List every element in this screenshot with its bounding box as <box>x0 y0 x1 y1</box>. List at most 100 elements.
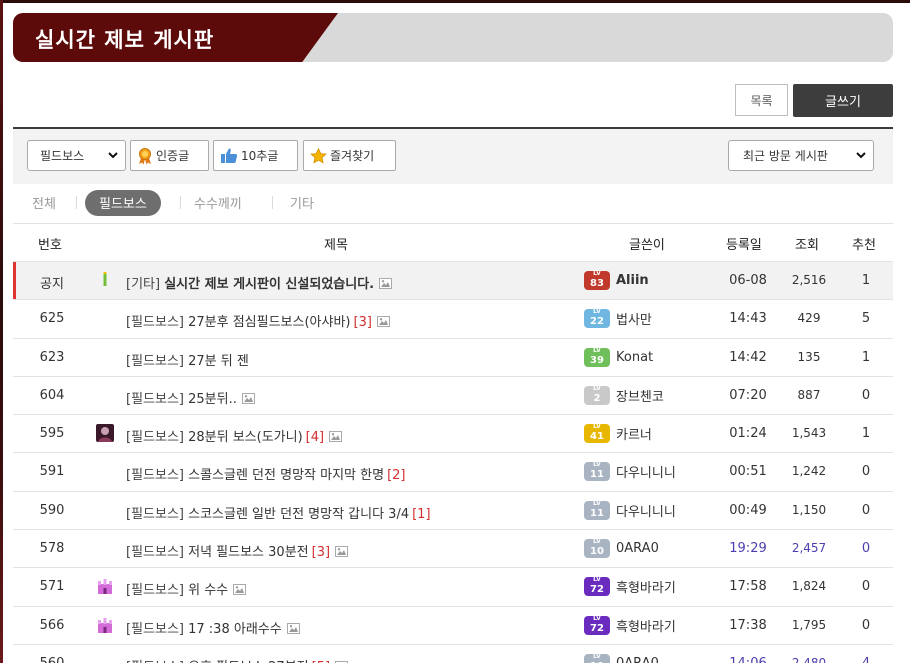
level-badge: 11 <box>584 500 610 520</box>
post-author[interactable]: 11 다우니니니 <box>584 461 676 482</box>
user-avatar-icon <box>96 424 114 443</box>
post-title-link[interactable]: [기타] 실시간 제보 게시판이 신설되었습니다. <box>126 273 393 292</box>
author-name: 장브첸코 <box>616 389 664 405</box>
post-date: 07:20 <box>729 387 767 403</box>
post-number: 604 <box>39 387 65 403</box>
post-title-link[interactable]: [필드보스] 저녁 필드보스 30분전 [3] <box>126 541 349 560</box>
level-badge: 83 <box>584 270 610 290</box>
recent-boards-select[interactable]: 최근 방문 게시판 <box>728 140 874 171</box>
post-category-prefix: [필드보스] <box>126 506 184 522</box>
comment-count[interactable]: [2] <box>387 468 405 483</box>
post-recommend: 1 <box>861 426 871 442</box>
table-row[interactable]: 604 [필드보스] 25분뒤.. 2 장브첸코 07:20 887 0 <box>13 375 893 414</box>
table-row[interactable]: 595 [필드보스] 28분뒤 보스(도가니)[4] 41 카르너 01:24 1,543… <box>13 414 893 452</box>
author-name: 흑형바라기 <box>616 581 676 597</box>
table-row[interactable]: 625 [필드보스] 27분후 점심필드보스(아샤바)[3] 22 법사만 14:43 4… <box>13 299 893 337</box>
post-author[interactable]: 72 흑형바라기 <box>584 576 676 597</box>
post-author[interactable]: 22 법사만 <box>584 308 652 329</box>
window-top-border <box>0 0 910 3</box>
chevron-down-icon <box>108 152 118 159</box>
tab-field-boss[interactable]: 필드보스 <box>85 190 161 216</box>
post-number: 578 <box>39 541 65 557</box>
post-title: 27분후 점심필드보스(아샤바) <box>188 315 351 331</box>
image-attachment-icon <box>233 584 247 596</box>
table-row[interactable]: 566 [필드보스] 17 :38 아래수수 72 흑형바라기 17:38 1,795 0 <box>13 605 893 644</box>
tab-separator <box>76 196 77 209</box>
post-title-link[interactable]: [필드보스] 스코스글렌 일반 던전 명망작 갑니다 3/4 [1] <box>126 503 431 522</box>
board-header-banner: 실시간 제보 게시판 <box>13 13 893 62</box>
post-author[interactable]: 10 0ARA0 <box>584 538 659 559</box>
post-title-link[interactable]: [필드보스] 오후 필드보스 27분전[5] <box>126 656 349 663</box>
level-badge: 2 <box>584 385 610 405</box>
post-recommend: 4 <box>839 656 893 663</box>
post-date: 14:42 <box>729 349 767 365</box>
post-date: 06-08 <box>729 273 767 288</box>
level-badge: 72 <box>584 576 610 597</box>
image-attachment-icon <box>241 392 255 404</box>
favorites-button[interactable]: 즐겨찾기 <box>303 140 396 171</box>
post-number: 590 <box>39 502 65 518</box>
post-title: 17 :38 아래수수 <box>188 621 282 637</box>
post-recommend: 1 <box>861 273 871 288</box>
table-header: 번호 제목 글쓴이 등록일 조회 추천 <box>13 224 893 261</box>
post-number: 625 <box>39 311 65 327</box>
post-author[interactable]: 83 Aliin <box>584 270 649 290</box>
level-badge: 72 <box>584 615 610 635</box>
post-title-link[interactable]: [필드보스] 27분 뒤 젠 <box>126 350 249 369</box>
category-select[interactable]: 필드보스 <box>27 140 126 171</box>
comment-count[interactable]: [3] <box>312 545 330 560</box>
post-author[interactable]: 10 0ARA0 <box>584 653 659 663</box>
post-title-link[interactable]: [필드보스] 위 수수 <box>126 579 247 599</box>
table-row[interactable]: 571 [필드보스] 위 수수 72 흑형바라기 17:58 1,824 0 <box>13 567 893 605</box>
post-title-link[interactable]: [필드보스] 스콜스글렌 던전 명망작 마지막 한명 [2] <box>126 464 405 483</box>
notice-row[interactable]: 공지 [기타] 실시간 제보 게시판이 신설되었습니다. 83 Aliin 06-08 2… <box>13 261 893 300</box>
post-views: 887 <box>797 387 821 402</box>
post-date: 00:49 <box>729 502 767 518</box>
comment-count[interactable]: [3] <box>354 315 372 330</box>
star-icon <box>310 147 327 164</box>
comment-count[interactable]: [1] <box>412 507 430 522</box>
post-recommend: 0 <box>861 387 871 403</box>
tab-riddle[interactable]: 수수께끼 <box>194 193 242 212</box>
post-author[interactable]: 2 장브첸코 <box>584 385 664 405</box>
post-title-link[interactable]: [필드보스] 28분뒤 보스(도가니) [4] <box>126 426 343 445</box>
level-badge: 11 <box>584 461 610 482</box>
table-row[interactable]: 590 [필드보스] 스코스글렌 일반 던전 명망작 갑니다 3/4[1] 11 다우… <box>13 490 893 529</box>
tab-etc[interactable]: 기타 <box>290 193 314 212</box>
post-author[interactable]: 72 흑형바라기 <box>584 615 676 635</box>
post-date: 14:06 <box>721 656 775 663</box>
header-date: 등록일 <box>726 238 762 253</box>
post-author[interactable]: 11 다우니니니 <box>584 500 676 520</box>
post-category-prefix: [필드보스] <box>126 468 184 484</box>
table-row[interactable]: 591 [필드보스] 스콜스글렌 던전 명망작 마지막 한명[2] 11 다우니니니 0… <box>13 452 893 490</box>
post-number: 623 <box>39 349 65 365</box>
post-title-link[interactable]: [필드보스] 17 :38 아래수수 <box>126 618 300 637</box>
post-title-link[interactable]: [필드보스] 25분뒤.. <box>126 388 255 407</box>
table-row[interactable]: 578 [필드보스] 저녁 필드보스 30분전[3] 10 0ARA0 19:29 2,4… <box>13 529 893 567</box>
ten-recommend-label: 10추글 <box>241 149 279 163</box>
ten-recommend-button[interactable]: 10추글 <box>213 140 298 171</box>
certified-posts-button[interactable]: 인증글 <box>130 140 209 171</box>
header-recommend: 추천 <box>852 238 876 253</box>
tab-all[interactable]: 전체 <box>32 193 56 212</box>
level-badge: 10 <box>584 653 610 663</box>
post-views: 1,242 <box>791 464 827 479</box>
author-name: 0ARA0 <box>616 541 659 557</box>
level-badge: 10 <box>584 538 610 559</box>
post-category-prefix: [필드보스] <box>126 583 184 599</box>
medal-icon <box>139 147 151 164</box>
write-button[interactable]: 글쓰기 <box>793 84 893 117</box>
category-tabs: 전체 필드보스 수수께끼 기타 <box>13 186 893 222</box>
post-author[interactable]: 41 카르너 <box>584 423 652 444</box>
post-author[interactable]: 39 Konat <box>584 347 653 367</box>
header-title: 제목 <box>324 238 348 253</box>
post-views: 1,824 <box>791 579 827 594</box>
post-title-link[interactable]: [필드보스] 27분후 점심필드보스(아샤바) [3] <box>126 311 390 330</box>
comment-count[interactable]: [4] <box>306 430 324 445</box>
table-row[interactable]: 623 [필드보스] 27분 뒤 젠 39 Konat 14:42 135 1 <box>13 337 893 376</box>
list-button[interactable]: 목록 <box>735 84 788 116</box>
post-recommend: 0 <box>861 464 871 480</box>
recent-boards-value: 최근 방문 게시판 <box>743 149 828 163</box>
tab-separator <box>180 196 181 209</box>
table-row[interactable]: 560 [필드보스] 오후 필드보스 27분전[5] 10 0ARA0 14:06 2,4… <box>13 643 893 663</box>
